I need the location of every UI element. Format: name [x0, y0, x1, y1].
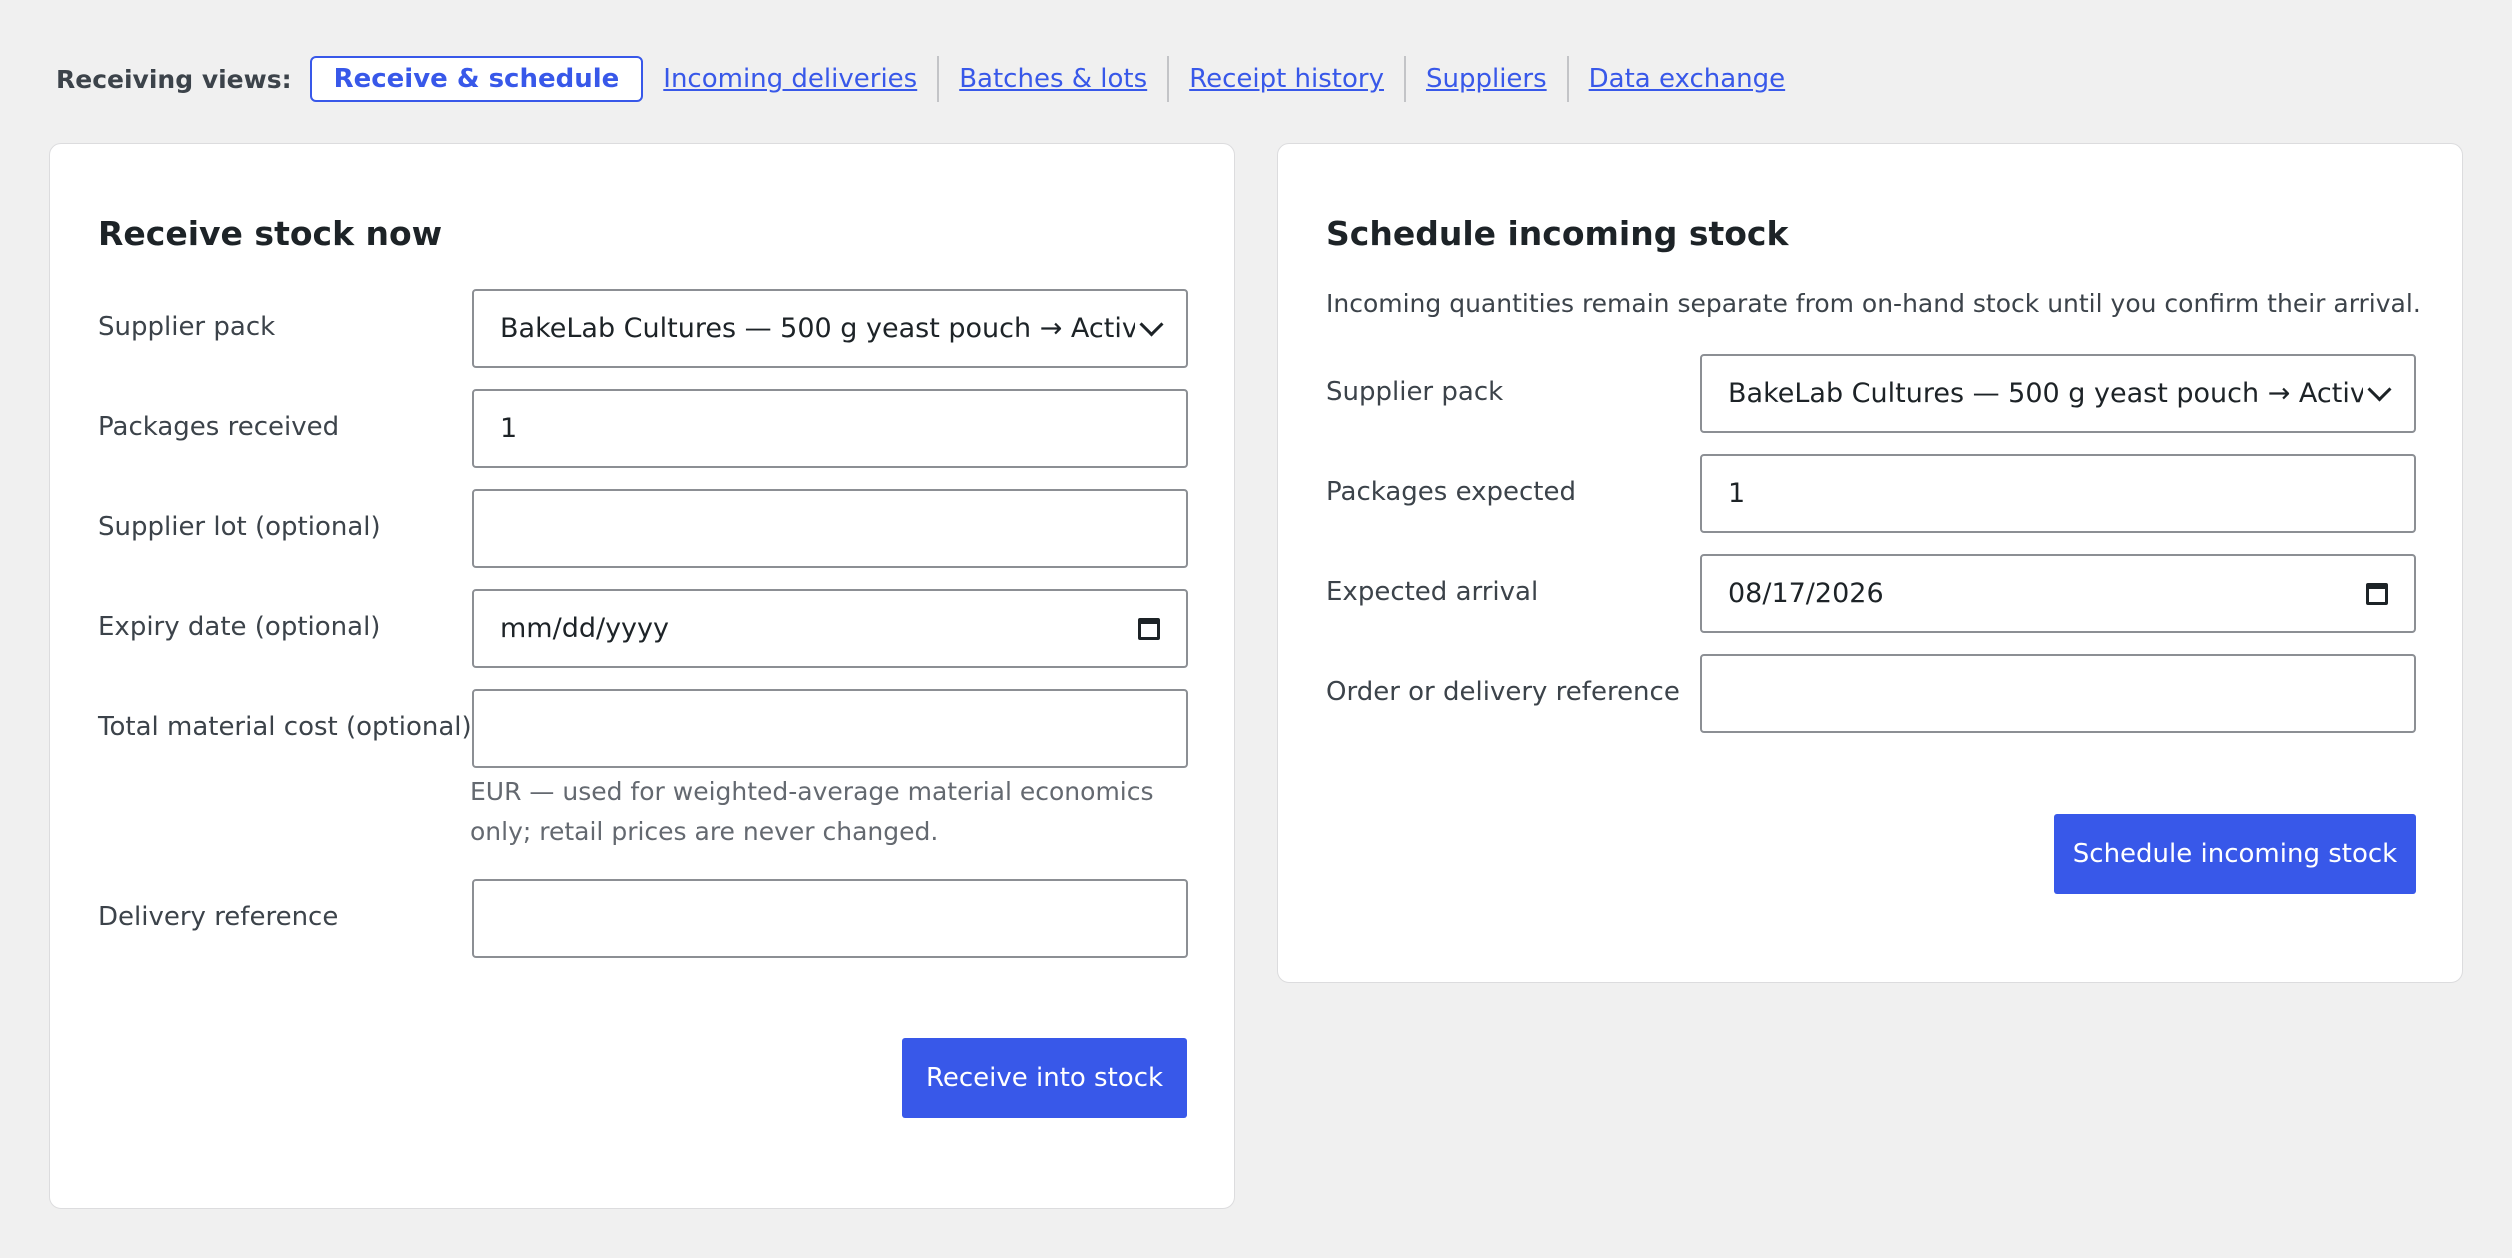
calendar-icon[interactable]: [1138, 617, 1160, 640]
schedule-incoming-stock-button[interactable]: Schedule incoming stock: [2054, 814, 2416, 894]
receive-supplier-pack-value: BakeLab Cultures — 500 g yeast pouch → A…: [500, 313, 1135, 344]
expected-arrival-label: Expected arrival: [1326, 577, 1539, 607]
expiry-date-input[interactable]: mm/dd/yyyy: [472, 589, 1188, 668]
schedule-incoming-panel: Schedule incoming stock Incoming quantit…: [1277, 143, 2463, 983]
packages-expected-value: 1: [1728, 478, 1746, 509]
order-reference-input[interactable]: [1700, 654, 2416, 733]
view-link-incoming-deliveries[interactable]: Incoming deliveries: [659, 56, 937, 102]
packages-received-value: 1: [500, 413, 518, 444]
total-cost-input[interactable]: [472, 689, 1188, 768]
view-tab-receive-schedule[interactable]: Receive & schedule: [309, 56, 644, 102]
chevron-down-icon: [2367, 377, 2392, 402]
packages-expected-label: Packages expected: [1326, 477, 1576, 507]
total-cost-label: Total material cost (optional): [98, 712, 472, 742]
calendar-icon[interactable]: [2366, 582, 2388, 605]
supplier-lot-label: Supplier lot (optional): [98, 512, 381, 542]
receive-into-stock-button[interactable]: Receive into stock: [902, 1038, 1187, 1118]
schedule-supplier-pack-label: Supplier pack: [1326, 377, 1504, 407]
views-label: Receiving views:: [56, 64, 292, 94]
expected-arrival-value: 08/17/2026: [1728, 578, 1884, 609]
view-link-batches-lots[interactable]: Batches & lots: [937, 56, 1167, 102]
receiving-views-nav: Receiving views: Receive & schedule Inco…: [56, 54, 1805, 104]
view-link-receipt-history[interactable]: Receipt history: [1167, 56, 1404, 102]
supplier-lot-input[interactable]: [472, 489, 1188, 568]
delivery-reference-label: Delivery reference: [98, 902, 339, 932]
order-reference-label: Order or delivery reference: [1326, 677, 1680, 707]
expiry-date-value: mm/dd/yyyy: [500, 613, 669, 644]
view-link-suppliers[interactable]: Suppliers: [1403, 56, 1567, 102]
packages-received-input[interactable]: 1: [472, 389, 1188, 468]
chevron-down-icon: [1139, 312, 1164, 337]
receive-stock-panel: Receive stock now Supplier pack BakeLab …: [49, 143, 1235, 1209]
expected-arrival-input[interactable]: 08/17/2026: [1700, 554, 2416, 633]
view-link-data-exchange[interactable]: Data exchange: [1566, 56, 1806, 102]
total-cost-help: EUR — used for weighted-average material…: [470, 777, 1154, 846]
receive-panel-title: Receive stock now: [98, 214, 443, 253]
packages-received-label: Packages received: [98, 412, 340, 442]
schedule-supplier-pack-value: BakeLab Cultures — 500 g yeast pouch → A…: [1728, 378, 2363, 409]
schedule-description: Incoming quantities remain separate from…: [1326, 289, 2421, 318]
delivery-reference-input[interactable]: [472, 879, 1188, 958]
schedule-panel-title: Schedule incoming stock: [1326, 214, 1789, 253]
schedule-supplier-pack-select[interactable]: BakeLab Cultures — 500 g yeast pouch → A…: [1700, 354, 2416, 433]
packages-expected-input[interactable]: 1: [1700, 454, 2416, 533]
expiry-date-label: Expiry date (optional): [98, 612, 381, 642]
receive-supplier-pack-label: Supplier pack: [98, 312, 276, 342]
receive-supplier-pack-select[interactable]: BakeLab Cultures — 500 g yeast pouch → A…: [472, 289, 1188, 368]
